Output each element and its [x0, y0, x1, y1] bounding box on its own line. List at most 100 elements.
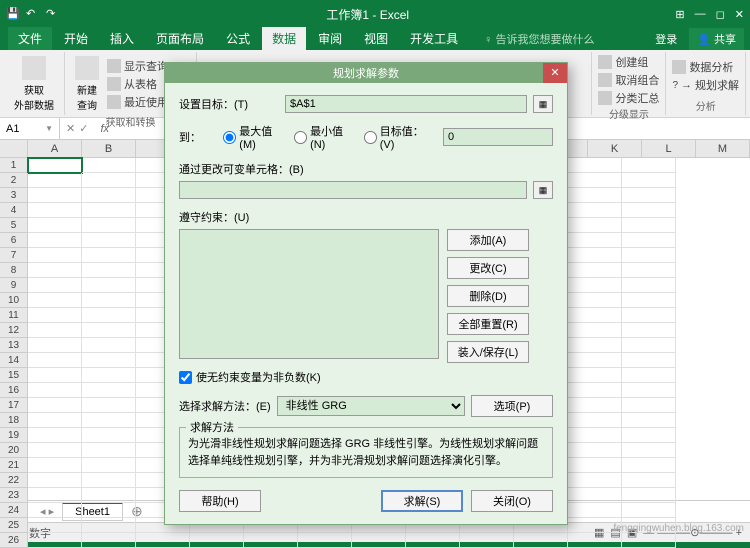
- data-analysis-button[interactable]: 数据分析: [672, 59, 739, 75]
- cell[interactable]: [28, 173, 82, 188]
- row-header[interactable]: 13: [0, 338, 28, 353]
- row-header[interactable]: 20: [0, 443, 28, 458]
- method-select[interactable]: 非线性 GRG: [277, 396, 465, 416]
- cell[interactable]: [82, 293, 136, 308]
- cell[interactable]: [622, 218, 676, 233]
- cell[interactable]: [28, 158, 82, 173]
- row-header[interactable]: 2: [0, 173, 28, 188]
- row-header[interactable]: 24: [0, 503, 28, 518]
- col-header[interactable]: B: [82, 140, 136, 157]
- collapse-dialog-icon[interactable]: ▦: [533, 95, 553, 113]
- cell[interactable]: [82, 173, 136, 188]
- cell[interactable]: [298, 533, 352, 548]
- undo-icon[interactable]: ↶: [26, 7, 40, 21]
- load-save-button[interactable]: 装入/保存(L): [447, 341, 529, 363]
- tab-home[interactable]: 开始: [54, 27, 98, 50]
- cell[interactable]: [82, 428, 136, 443]
- cell[interactable]: [28, 428, 82, 443]
- cell[interactable]: [82, 353, 136, 368]
- max-radio[interactable]: 最大值(M): [223, 123, 284, 151]
- cell[interactable]: [568, 278, 622, 293]
- cell[interactable]: [568, 158, 622, 173]
- options-button[interactable]: 选项(P): [471, 395, 553, 417]
- cell[interactable]: [82, 488, 136, 503]
- cell[interactable]: [568, 173, 622, 188]
- reset-all-button[interactable]: 全部重置(R): [447, 313, 529, 335]
- cell[interactable]: [568, 368, 622, 383]
- cell[interactable]: [28, 308, 82, 323]
- cell[interactable]: [622, 473, 676, 488]
- cell[interactable]: [28, 293, 82, 308]
- cell[interactable]: [82, 248, 136, 263]
- cell[interactable]: [28, 233, 82, 248]
- cell[interactable]: [622, 203, 676, 218]
- ribbon-options-icon[interactable]: ⊞: [675, 8, 684, 21]
- tab-formulas[interactable]: 公式: [216, 27, 260, 50]
- row-header[interactable]: 12: [0, 323, 28, 338]
- target-value-input[interactable]: [443, 128, 553, 146]
- cell[interactable]: [622, 188, 676, 203]
- cell[interactable]: [568, 338, 622, 353]
- cell[interactable]: [28, 323, 82, 338]
- row-header[interactable]: 15: [0, 368, 28, 383]
- tab-file[interactable]: 文件: [8, 27, 52, 50]
- cell[interactable]: [622, 428, 676, 443]
- cell[interactable]: [622, 488, 676, 503]
- cell[interactable]: [28, 488, 82, 503]
- row-header[interactable]: 25: [0, 518, 28, 533]
- cell[interactable]: [82, 443, 136, 458]
- cell[interactable]: [28, 458, 82, 473]
- cell[interactable]: [82, 368, 136, 383]
- tab-data[interactable]: 数据: [262, 27, 306, 50]
- cell[interactable]: [514, 533, 568, 548]
- cell[interactable]: [568, 443, 622, 458]
- cell[interactable]: [82, 308, 136, 323]
- cell[interactable]: [28, 533, 82, 548]
- new-query-button[interactable]: 新建 查询: [71, 54, 103, 114]
- cell[interactable]: [568, 218, 622, 233]
- delete-constraint-button[interactable]: 删除(D): [447, 285, 529, 307]
- redo-icon[interactable]: ↷: [46, 7, 60, 21]
- cell[interactable]: [568, 458, 622, 473]
- cell[interactable]: [622, 278, 676, 293]
- row-header[interactable]: 14: [0, 353, 28, 368]
- row-header[interactable]: 16: [0, 383, 28, 398]
- cell[interactable]: [28, 188, 82, 203]
- close-button[interactable]: 关闭(O): [471, 490, 553, 512]
- cell[interactable]: [136, 533, 190, 548]
- cell[interactable]: [190, 533, 244, 548]
- cell[interactable]: [82, 383, 136, 398]
- cell[interactable]: [28, 248, 82, 263]
- get-external-data-button[interactable]: 获取 外部数据: [10, 54, 58, 114]
- cell[interactable]: [28, 398, 82, 413]
- tell-me[interactable]: ♀ 告诉我您想要做什么: [478, 28, 600, 50]
- fx-icon[interactable]: fx: [94, 123, 115, 135]
- maximize-icon[interactable]: ◻: [716, 8, 725, 21]
- cell[interactable]: [82, 473, 136, 488]
- cell[interactable]: [568, 473, 622, 488]
- row-header[interactable]: 21: [0, 458, 28, 473]
- cell[interactable]: [352, 533, 406, 548]
- cell[interactable]: [568, 353, 622, 368]
- collapse-dialog-icon[interactable]: ▦: [533, 181, 553, 199]
- cell[interactable]: [568, 428, 622, 443]
- cell[interactable]: [406, 533, 460, 548]
- share-button[interactable]: 👤 共享: [689, 28, 744, 50]
- solve-button[interactable]: 求解(S): [381, 490, 463, 512]
- cell[interactable]: [82, 218, 136, 233]
- cell[interactable]: [622, 443, 676, 458]
- cell[interactable]: [244, 533, 298, 548]
- cell[interactable]: [568, 413, 622, 428]
- cell[interactable]: [622, 533, 676, 548]
- select-all-corner[interactable]: [0, 140, 28, 157]
- cell[interactable]: [622, 233, 676, 248]
- tab-insert[interactable]: 插入: [100, 27, 144, 50]
- save-icon[interactable]: 💾: [6, 7, 20, 21]
- col-header[interactable]: L: [642, 140, 696, 157]
- cell[interactable]: [28, 518, 82, 533]
- set-target-input[interactable]: [285, 95, 527, 113]
- row-header[interactable]: 1: [0, 158, 28, 173]
- tab-review[interactable]: 审阅: [308, 27, 352, 50]
- cell[interactable]: [28, 338, 82, 353]
- row-header[interactable]: 22: [0, 473, 28, 488]
